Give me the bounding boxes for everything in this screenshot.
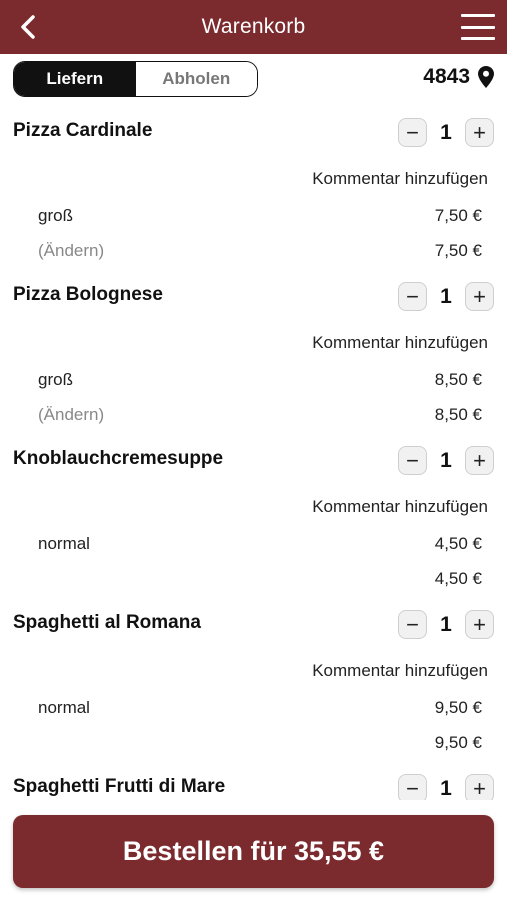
add-comment-link[interactable]: Kommentar hinzufügen: [312, 661, 488, 681]
item-total: 9,50 €: [434, 733, 482, 752]
item-total-row: (Ändern) 7,50 €: [38, 241, 482, 261]
mode-option-abholen[interactable]: Abholen: [135, 62, 257, 96]
item-name: Pizza Bolognese: [13, 284, 163, 305]
item-option: normal: [38, 534, 90, 553]
increase-quantity-button[interactable]: +: [465, 774, 494, 803]
item-name: Spaghetti Frutti di Mare: [13, 776, 226, 797]
decrease-quantity-button[interactable]: −: [398, 774, 427, 803]
decrease-quantity-button[interactable]: −: [398, 282, 427, 311]
item-name: Knoblauchcremesuppe: [13, 448, 224, 469]
item-option-row: normal 4,50 €: [38, 534, 482, 554]
item-option-row: normal 9,50 €: [38, 698, 482, 718]
increase-quantity-button[interactable]: +: [465, 282, 494, 311]
increase-quantity-button[interactable]: +: [465, 118, 494, 147]
delivery-mode-toggle: Liefern Abholen: [13, 61, 258, 97]
change-option-link[interactable]: (Ändern): [38, 405, 104, 425]
item-total: 4,50 €: [434, 569, 482, 588]
hamburger-menu-icon[interactable]: [461, 14, 495, 40]
chevron-left-icon: [21, 15, 35, 39]
item-option-price: 9,50 €: [434, 698, 482, 717]
decrease-quantity-button[interactable]: −: [398, 118, 427, 147]
quantity-stepper: − 1 +: [398, 118, 494, 147]
quantity-value: 1: [440, 612, 452, 636]
map-pin-icon: [478, 66, 494, 88]
cart-item: Knoblauchcremesuppe − 1 + Kommentar hinz…: [0, 438, 507, 602]
item-option-price: 4,50 €: [434, 534, 482, 553]
item-total: 8,50 €: [434, 405, 482, 424]
item-total-row: (Ändern) 8,50 €: [38, 405, 482, 425]
quantity-value: 1: [440, 776, 452, 800]
decrease-quantity-button[interactable]: −: [398, 446, 427, 475]
item-option: groß: [38, 206, 73, 225]
item-option-price: 8,50 €: [434, 370, 482, 389]
mode-option-liefern[interactable]: Liefern: [14, 62, 136, 96]
item-total-row: 9,50 €: [38, 733, 482, 753]
decrease-quantity-button[interactable]: −: [398, 610, 427, 639]
item-option: groß: [38, 370, 73, 389]
cart-item: Spaghetti al Romana − 1 + Kommentar hinz…: [0, 602, 507, 766]
zip-code: 4843: [423, 65, 470, 88]
add-comment-link[interactable]: Kommentar hinzufügen: [312, 333, 488, 353]
add-comment-link[interactable]: Kommentar hinzufügen: [312, 169, 488, 189]
item-name: Pizza Cardinale: [13, 120, 153, 141]
item-option-price: 7,50 €: [434, 206, 482, 225]
cart-item: Pizza Bolognese − 1 + Kommentar hinzufüg…: [0, 274, 507, 438]
cart-item: Pizza Cardinale − 1 + Kommentar hinzufüg…: [0, 110, 507, 274]
item-total: 7,50 €: [434, 241, 482, 260]
item-total-row: 4,50 €: [38, 569, 482, 589]
increase-quantity-button[interactable]: +: [465, 610, 494, 639]
quantity-value: 1: [440, 120, 452, 144]
back-button[interactable]: [14, 12, 42, 42]
quantity-value: 1: [440, 448, 452, 472]
app-header: Warenkorb: [0, 0, 507, 54]
change-option-link[interactable]: (Ändern): [38, 241, 104, 261]
location-selector[interactable]: 4843: [423, 65, 494, 89]
order-mode-bar: Liefern Abholen 4843: [13, 61, 494, 99]
quantity-stepper: − 1 +: [398, 774, 494, 803]
item-name: Spaghetti al Romana: [13, 612, 201, 633]
quantity-stepper: − 1 +: [398, 282, 494, 311]
item-option-row: groß 8,50 €: [38, 370, 482, 390]
quantity-value: 1: [440, 284, 452, 308]
page-title: Warenkorb: [201, 15, 306, 38]
cart-item-list: Pizza Cardinale − 1 + Kommentar hinzufüg…: [0, 110, 507, 900]
item-option: normal: [38, 698, 90, 717]
add-comment-link[interactable]: Kommentar hinzufügen: [312, 497, 488, 517]
order-button[interactable]: Bestellen für 35,55 €: [13, 815, 494, 888]
quantity-stepper: − 1 +: [398, 610, 494, 639]
increase-quantity-button[interactable]: +: [465, 446, 494, 475]
item-option-row: groß 7,50 €: [38, 206, 482, 226]
quantity-stepper: − 1 +: [398, 446, 494, 475]
